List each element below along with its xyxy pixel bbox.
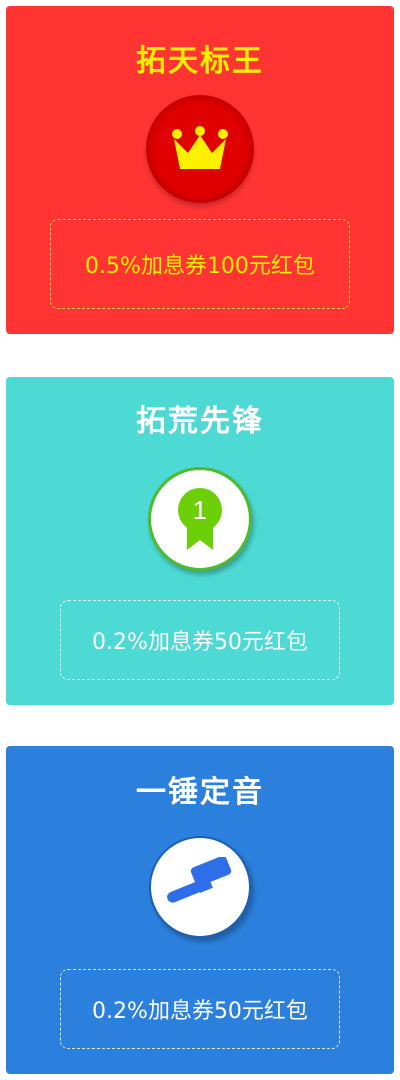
- crown-badge: [147, 96, 253, 202]
- rank-1-medal-icon: 1: [178, 488, 222, 550]
- award-card-pioneer: 拓荒先锋 1 0.2%加息券50元红包: [6, 377, 394, 705]
- card-title: 拓荒先锋: [136, 404, 264, 439]
- reward-text: 0.2%加息券50元红包: [92, 999, 308, 1024]
- reward-text: 0.5%加息券100元红包: [85, 254, 315, 279]
- award-card-top-bidder: 拓天标王 0.5%加息券100元红包: [6, 6, 394, 334]
- gavel-icon: [167, 857, 232, 903]
- card-title: 拓天标王: [136, 44, 264, 79]
- reward-box: 0.2%加息券50元红包: [60, 969, 340, 1049]
- gavel-badge: [149, 836, 251, 938]
- reward-text: 0.2%加息券50元红包: [92, 630, 308, 655]
- medal-number: 1: [193, 495, 207, 525]
- award-card-final-hammer: 一锤定音 0.2%加息券50元红包: [6, 746, 394, 1074]
- reward-box: 0.2%加息券50元红包: [60, 600, 340, 680]
- reward-box: 0.5%加息券100元红包: [50, 219, 350, 309]
- medal-badge: 1: [148, 467, 252, 571]
- card-title: 一锤定音: [136, 775, 264, 810]
- crown-icon: [172, 126, 228, 169]
